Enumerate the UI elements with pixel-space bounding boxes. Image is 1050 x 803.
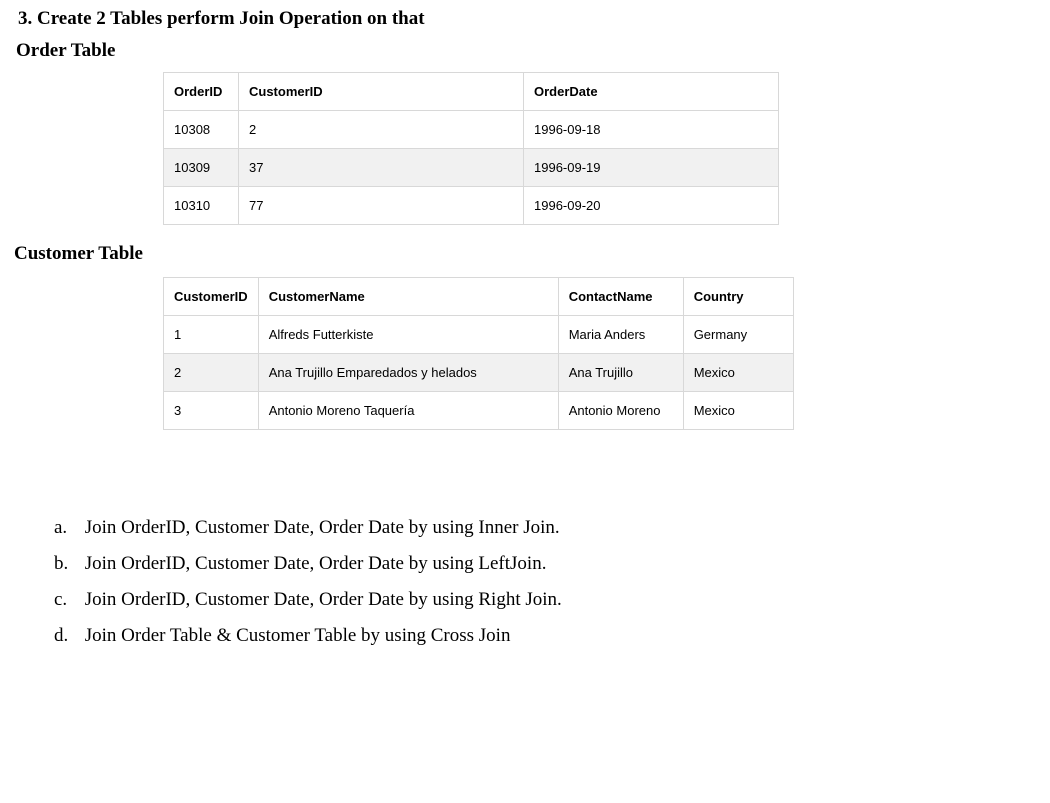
customer-cell: Alfreds Futterkiste xyxy=(258,316,558,354)
customer-header-country: Country xyxy=(683,278,793,316)
task-text: Join Order Table & Customer Table by usi… xyxy=(85,625,511,646)
task-marker: a. xyxy=(54,510,80,546)
order-cell: 10310 xyxy=(164,187,239,225)
task-text: Join OrderID, Customer Date, Order Date … xyxy=(85,553,547,574)
customer-cell: Ana Trujillo Emparedados y helados xyxy=(258,354,558,392)
customer-table-title: Customer Table xyxy=(14,243,1032,265)
order-cell: 77 xyxy=(239,187,524,225)
customer-cell: 3 xyxy=(164,392,259,430)
table-header-row: OrderID CustomerID OrderDate xyxy=(164,73,779,111)
order-cell: 37 xyxy=(239,149,524,187)
table-row: 10308 2 1996-09-18 xyxy=(164,111,779,149)
task-item-b: b. Join OrderID, Customer Date, Order Da… xyxy=(54,546,1032,582)
order-cell: 10309 xyxy=(164,149,239,187)
customer-cell: 2 xyxy=(164,354,259,392)
task-marker: b. xyxy=(54,546,80,582)
table-row: 2 Ana Trujillo Emparedados y helados Ana… xyxy=(164,354,794,392)
table-row: 10309 37 1996-09-19 xyxy=(164,149,779,187)
customer-cell: Mexico xyxy=(683,392,793,430)
order-table-title: Order Table xyxy=(16,40,1032,62)
order-cell: 1996-09-18 xyxy=(524,111,779,149)
customer-cell: 1 xyxy=(164,316,259,354)
task-marker: c. xyxy=(54,582,80,618)
task-list: a. Join OrderID, Customer Date, Order Da… xyxy=(54,510,1032,654)
order-cell: 1996-09-19 xyxy=(524,149,779,187)
order-table-wrapper: OrderID CustomerID OrderDate 10308 2 199… xyxy=(163,72,1032,225)
order-header-orderid: OrderID xyxy=(164,73,239,111)
task-text: Join OrderID, Customer Date, Order Date … xyxy=(85,517,560,538)
customer-cell: Antonio Moreno xyxy=(558,392,683,430)
customer-header-customername: CustomerName xyxy=(258,278,558,316)
order-header-orderdate: OrderDate xyxy=(524,73,779,111)
customer-cell: Antonio Moreno Taquería xyxy=(258,392,558,430)
question-heading: 3. Create 2 Tables perform Join Operatio… xyxy=(18,8,1032,30)
task-marker: d. xyxy=(54,618,80,654)
order-header-customerid: CustomerID xyxy=(239,73,524,111)
table-header-row: CustomerID CustomerName ContactName Coun… xyxy=(164,278,794,316)
order-cell: 1996-09-20 xyxy=(524,187,779,225)
task-item-a: a. Join OrderID, Customer Date, Order Da… xyxy=(54,510,1032,546)
table-row: 3 Antonio Moreno Taquería Antonio Moreno… xyxy=(164,392,794,430)
customer-cell: Ana Trujillo xyxy=(558,354,683,392)
order-cell: 2 xyxy=(239,111,524,149)
customer-table: CustomerID CustomerName ContactName Coun… xyxy=(163,277,794,430)
table-row: 1 Alfreds Futterkiste Maria Anders Germa… xyxy=(164,316,794,354)
order-cell: 10308 xyxy=(164,111,239,149)
task-item-d: d. Join Order Table & Customer Table by … xyxy=(54,618,1032,654)
task-text: Join OrderID, Customer Date, Order Date … xyxy=(85,589,562,610)
task-item-c: c. Join OrderID, Customer Date, Order Da… xyxy=(54,582,1032,618)
table-row: 10310 77 1996-09-20 xyxy=(164,187,779,225)
customer-cell: Maria Anders xyxy=(558,316,683,354)
customer-header-contactname: ContactName xyxy=(558,278,683,316)
customer-cell: Germany xyxy=(683,316,793,354)
customer-cell: Mexico xyxy=(683,354,793,392)
order-table: OrderID CustomerID OrderDate 10308 2 199… xyxy=(163,72,779,225)
customer-table-wrapper: CustomerID CustomerName ContactName Coun… xyxy=(163,277,1032,430)
customer-header-customerid: CustomerID xyxy=(164,278,259,316)
